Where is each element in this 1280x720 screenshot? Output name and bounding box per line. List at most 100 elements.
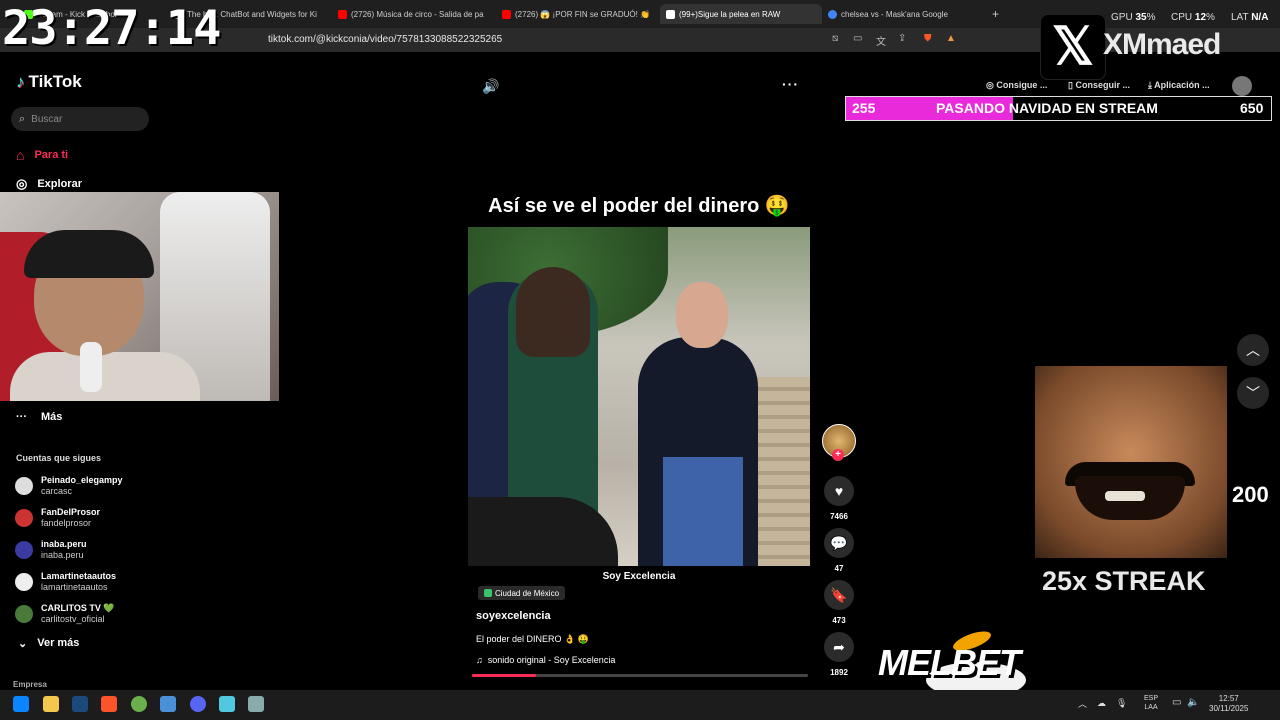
new-tab-button[interactable]: + [992, 7, 999, 21]
account-name: CARLITOS TV 💚 [41, 603, 115, 613]
translate-icon[interactable]: 文 [876, 33, 886, 48]
download-app-button[interactable]: ⤓ Aplicación ... [1148, 80, 1210, 91]
chevron-up-icon[interactable]: ︿ [1078, 697, 1087, 710]
next-video-button[interactable]: ﹀ [1237, 377, 1269, 409]
more-options-icon[interactable]: ··· [782, 76, 799, 92]
language-indicator[interactable]: ESP LAA [1144, 694, 1158, 712]
lat-value: N/A [1251, 12, 1269, 23]
speaker-icon[interactable]: 🔈 [1187, 697, 1199, 708]
account-name: inaba.peru [41, 539, 87, 549]
settings-app-icon[interactable] [248, 696, 264, 712]
video-sound[interactable]: ♫ sonido original - Soy Excelencia [476, 655, 615, 665]
tab-label: (99+)Sigue la pelea en RAW [679, 9, 781, 19]
calculator-icon[interactable] [160, 696, 176, 712]
followed-account[interactable]: CARLITOS TV 💚 carlitostv_oficial [15, 603, 115, 625]
stream-clock: 23:27:14 [2, 1, 221, 56]
footer-company[interactable]: Empresa [13, 680, 47, 689]
account-handle: carcasc [41, 486, 73, 496]
lat-stat: LAT N/A [1231, 12, 1268, 23]
followed-account[interactable]: Lamartinetaautos lamartinetaautos [15, 571, 116, 593]
video-author[interactable]: soyexcelencia [476, 610, 551, 622]
goal-current: 255 [852, 100, 876, 116]
account-name: Peinado_elegampy [41, 475, 123, 485]
cast-icon[interactable]: ▭ [853, 33, 862, 44]
avatar [15, 573, 33, 591]
youtube-icon [502, 9, 511, 19]
clock-time: 12:57 [1218, 694, 1239, 703]
avatar [15, 509, 33, 527]
tiktok-logo[interactable]: ♪ TikTok [16, 72, 82, 92]
followed-account[interactable]: FanDelProsor fandelprosor [15, 507, 100, 529]
tab-label: chelsea vs - Mask'ana Google [841, 9, 948, 19]
search-input[interactable]: ⌕ Buscar [11, 107, 149, 131]
nav-item-para-ti[interactable]: ⌂ Para ti [16, 147, 68, 163]
rewards-icon[interactable]: ▲ [946, 33, 956, 44]
previous-video-button[interactable]: ︿ [1237, 334, 1269, 366]
browser-tab[interactable]: (2726) Música de circo - Salida de pa [338, 4, 488, 24]
video-description: El poder del DINERO 👌 🤑 [476, 634, 589, 644]
nav-label: Para ti [34, 149, 69, 161]
get-app-button[interactable]: ▯ Conseguir ... [1068, 80, 1130, 91]
like-button[interactable]: ♥ 7466 [823, 476, 855, 521]
notepad-icon[interactable] [219, 696, 235, 712]
chevron-up-icon: ︿ [1246, 342, 1260, 358]
location-label: Ciudad de México [495, 588, 560, 598]
google-icon [828, 9, 837, 19]
get-coins-button[interactable]: ◎ Consigue ... [986, 80, 1047, 91]
music-note-icon: ♫ [476, 655, 483, 665]
cpu-label: CPU [1171, 12, 1193, 23]
system-clock[interactable]: 12:57 30/11/2025 [1209, 694, 1248, 714]
browser-tab[interactable]: (2726) 😱 ¡POR FIN se GRADUÓ! 👏 [502, 4, 652, 24]
followed-account[interactable]: inaba.peru inaba.peru [15, 539, 87, 561]
follow-button[interactable]: + [832, 449, 844, 461]
nav-item-explorar[interactable]: ◎ Explorar [16, 176, 82, 192]
save-button[interactable]: 🔖 473 [823, 580, 855, 625]
volume-icon[interactable]: 🔊 [482, 78, 499, 95]
network-icon[interactable]: ☁ [1097, 698, 1106, 709]
url-text[interactable]: tiktok.com/@kickconia/video/757813308852… [268, 34, 502, 45]
followed-account[interactable]: Peinado_elegampy carcasc [15, 475, 123, 497]
more-dots-icon: ··· [16, 411, 27, 423]
tiktok-brand: TikTok [28, 72, 82, 91]
obs-icon[interactable] [131, 696, 147, 712]
comment-count: 47 [834, 564, 844, 573]
clock-date: 30/11/2025 [1209, 704, 1249, 713]
browser-tab[interactable]: chelsea vs - Mask'ana Google [828, 4, 978, 24]
streamer-shirt [10, 352, 200, 401]
avatar [15, 541, 33, 559]
video-caption: Así se ve el poder del dinero 🤑 [488, 195, 790, 217]
search-placeholder: Buscar [31, 113, 63, 125]
compass-icon: ◎ [16, 176, 28, 191]
video-player[interactable] [468, 227, 810, 566]
goal-title: PASANDO NAVIDAD EN STREAM [936, 100, 1158, 116]
like-count: 7466 [830, 512, 848, 521]
avatar [15, 477, 33, 495]
share-icon[interactable]: ⇪ [898, 33, 906, 44]
windows-start-icon[interactable] [13, 696, 29, 712]
reader-icon[interactable]: ⧅ [832, 33, 838, 44]
save-count: 473 [832, 616, 846, 625]
see-more-button[interactable]: ⌄ Ver más [18, 637, 79, 650]
lang-layout: LAA [1144, 704, 1158, 711]
tiktok-note-icon: ♪ [16, 72, 25, 91]
nav-item-more[interactable]: ··· Más [16, 411, 62, 423]
brave-browser-icon[interactable] [101, 696, 117, 712]
following-title: Cuentas que sigues [16, 453, 102, 463]
share-button[interactable]: ➦ 1892 [823, 632, 855, 677]
system-tray[interactable]: ︿ ☁ 🎙 [1078, 697, 1127, 710]
brave-shield-icon[interactable]: ⛊ [924, 33, 932, 44]
chevron-down-icon: ﹀ [1246, 385, 1260, 401]
location-tag[interactable]: Ciudad de México [478, 586, 566, 600]
display-icon[interactable]: ▭ [1172, 697, 1181, 708]
account-handle: carlitostv_oficial [41, 614, 105, 624]
location-icon [484, 589, 492, 597]
microphone-icon[interactable]: 🎙 [1116, 698, 1127, 709]
steam-icon[interactable] [72, 696, 88, 712]
comment-button[interactable]: 💬 47 [823, 528, 855, 573]
file-explorer-icon[interactable] [43, 696, 59, 712]
gpu-value: 35 [1135, 12, 1147, 23]
discord-icon[interactable] [190, 696, 206, 712]
profile-avatar[interactable] [1232, 76, 1252, 96]
browser-tab-active[interactable]: (99+)Sigue la pelea en RAW [660, 4, 822, 24]
video-man-jeans [663, 457, 743, 566]
